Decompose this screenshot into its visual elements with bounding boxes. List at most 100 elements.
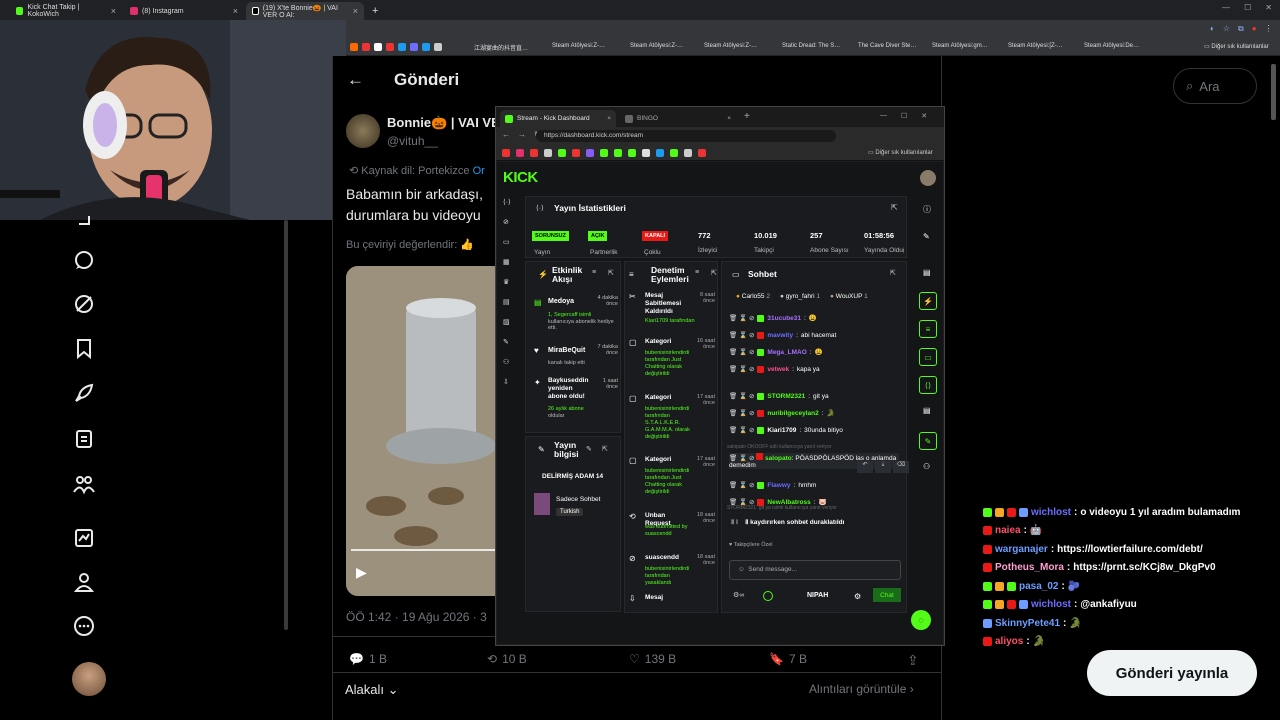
monitor-icon[interactable]: ▤: [923, 406, 931, 415]
communities-icon[interactable]: [72, 472, 96, 496]
filter-icon[interactable]: ≡: [592, 269, 596, 276]
chat-message[interactable]: 🗑 ⌛ ⊘ nuribilgeceylan2: 🐊: [729, 409, 835, 417]
chat-message[interactable]: 🗑 ⌛ ⊘ Kiari1709: 30unda bitiyo: [729, 426, 843, 434]
edit-icon[interactable]: ✎: [586, 445, 592, 453]
messages-icon[interactable]: [72, 248, 96, 272]
grok-icon[interactable]: [72, 292, 96, 316]
quick-action-bolt[interactable]: ⚡: [919, 292, 937, 310]
quick-action-wrench[interactable]: ✎: [919, 432, 937, 450]
back-arrow-icon[interactable]: ←: [347, 70, 364, 90]
mod-tools[interactable]: 🗑 ⌛ ⊘: [729, 331, 754, 339]
message-actions[interactable]: ↶ ⇣ ⌫: [857, 461, 909, 473]
bookmark-item[interactable]: 江湖宴曲的抖音直…: [474, 43, 528, 52]
reply-button[interactable]: 💬 1 B: [349, 652, 387, 666]
account-avatar[interactable]: [72, 662, 106, 696]
author-name[interactable]: Bonnie🎃 | VAI VE: [387, 115, 500, 131]
mod-tools[interactable]: 🗑 ⌛ ⊘: [729, 365, 754, 373]
popout-icon[interactable]: ⇱: [602, 445, 608, 453]
post-button[interactable]: Gönderi yayınla: [1087, 650, 1257, 696]
lists-icon[interactable]: [72, 427, 96, 451]
chat-username[interactable]: mavwity: [767, 332, 793, 339]
activity-user[interactable]: Baykuseddin yeniden abone oldu!: [548, 377, 592, 401]
tab-kick-dashboard[interactable]: Stream - Kick Dashboard ×: [500, 110, 616, 127]
tab-kick-chat-takip[interactable]: Kick Chat Takip | KokoWich ×: [10, 2, 122, 20]
chat-send-button[interactable]: Chat: [873, 588, 901, 602]
like-button[interactable]: ♡ 139 B: [629, 652, 676, 666]
chat-username[interactable]: Kiari1709: [767, 427, 796, 434]
close-icon[interactable]: ×: [353, 6, 358, 16]
window-controls[interactable]: — ☐ ✕: [880, 112, 927, 120]
post-video[interactable]: ▶: [346, 266, 506, 596]
chat-username[interactable]: 31ucube31: [767, 315, 801, 322]
chat-message[interactable]: 🗑 ⌛ ⊘ Flawwy: hmhm: [729, 481, 816, 489]
chat-message[interactable]: 🗑 ⌛ ⊘ Mega_LMAO: 😩: [729, 348, 823, 356]
chat-username[interactable]: vetwek: [767, 366, 789, 373]
mod-tools[interactable]: 🗑 ⌛ ⊘: [729, 481, 754, 489]
new-tab-button[interactable]: +: [744, 111, 750, 122]
chat-username[interactable]: STORM2321: [767, 393, 805, 400]
tab-bingo[interactable]: BINGO ×: [620, 110, 736, 127]
mod-tools[interactable]: 🗑 ⌛ ⊘: [729, 392, 754, 400]
view-quotes-link[interactable]: Alıntıları görüntüle ›: [809, 682, 914, 696]
user-avatar[interactable]: [920, 170, 936, 186]
author-handle[interactable]: @vituh__: [387, 134, 438, 148]
bookmark-folder[interactable]: ▭ Diğer sık kullanılanlar: [1204, 43, 1269, 50]
mod-tools[interactable]: 🗑 ⌛ ⊘: [729, 409, 754, 417]
more-icon[interactable]: [72, 614, 96, 638]
profile-icon[interactable]: [72, 570, 96, 594]
chat-message[interactable]: 🗑 ⌛ ⊘ STORM2321: git ya: [729, 392, 829, 400]
chat-username[interactable]: salopato: [765, 455, 792, 462]
chat-message[interactable]: 🗑 ⌛ ⊘ vetwek: kapa ya: [729, 365, 820, 373]
kick-logo[interactable]: KICK: [503, 169, 538, 186]
gear-icon[interactable]: ⚙: [854, 592, 861, 601]
bookmark-item[interactable]: Steam Atölyesi:De…: [1084, 43, 1139, 49]
users-icon[interactable]: ⚇: [923, 462, 930, 471]
author-avatar[interactable]: [346, 114, 380, 148]
quick-action-chat[interactable]: ▭: [919, 348, 937, 366]
url-input[interactable]: https://dashboard.kick.com/stream: [536, 130, 836, 142]
repost-button[interactable]: ⟲ 10 B: [487, 652, 527, 666]
activity-user[interactable]: MiraBeQuit: [548, 347, 585, 354]
premium-icon[interactable]: [72, 526, 96, 550]
chat-message[interactable]: 🗑 ⌛ ⊘ 31ucube31: 😩: [729, 314, 817, 322]
bookmark-item[interactable]: Steam Atölyesi:[Z-…: [1008, 43, 1063, 49]
activity-user[interactable]: Medoya: [548, 298, 574, 305]
chat-username[interactable]: Flawwy: [767, 482, 790, 489]
bookmark-item[interactable]: Static Dread: The S…: [782, 43, 840, 49]
info-icon[interactable]: ⓘ: [923, 204, 931, 215]
tab-instagram[interactable]: (8) Instagram ×: [124, 2, 244, 20]
popout-icon[interactable]: ⇱: [890, 269, 896, 277]
bookmark-item[interactable]: Steam Atölyesi:gm…: [932, 43, 988, 49]
mod-tools[interactable]: 🗑 ⌛ ⊘: [729, 426, 754, 434]
nipah-extension[interactable]: NIPAH: [807, 592, 828, 599]
quick-action-list[interactable]: ≡: [919, 320, 937, 338]
new-tab-button[interactable]: +: [366, 2, 384, 20]
filter-icon[interactable]: ≡: [695, 269, 699, 276]
scrollbar[interactable]: [1271, 64, 1276, 120]
play-icon[interactable]: ▶: [356, 564, 367, 581]
close-icon[interactable]: ×: [233, 6, 238, 16]
toolbar-icons[interactable]: ◐ ☆ ⧉ ● ⋮: [1210, 24, 1273, 34]
bookmark-item[interactable]: Steam Atölyesi:Z-…: [552, 43, 605, 49]
notifications-icon[interactable]: [72, 208, 96, 232]
chat-username[interactable]: Mega_LMAO: [767, 349, 806, 356]
chat-paused-notice[interactable]: Ⅱ Ⅰ Ⅱ kaydırırken sohbet duraklatıldı: [731, 518, 844, 526]
chat-username[interactable]: nuribilgeceylan2: [767, 410, 818, 417]
popout-icon[interactable]: ⇱: [711, 269, 717, 277]
edit-icon[interactable]: ✎: [923, 232, 930, 241]
tab-x-post[interactable]: (19) X'te Bonnie🎃 | VAI VER O AI: ×: [246, 2, 364, 20]
bookmark-button[interactable]: 🔖 7 B: [769, 652, 807, 666]
mod-tools[interactable]: 🗑 ⌛ ⊘: [729, 348, 754, 356]
bookmark-favicons[interactable]: [350, 43, 442, 51]
emote-picker-icon[interactable]: [763, 591, 773, 601]
thumbs-up-icon[interactable]: 👍: [460, 239, 474, 251]
scrollbar[interactable]: [284, 220, 288, 630]
show-original-link[interactable]: Or: [473, 165, 485, 177]
bookmark-favicons[interactable]: [502, 149, 706, 157]
bookmarks-icon[interactable]: [72, 336, 96, 360]
window-controls[interactable]: — ☐ ✕: [1222, 3, 1272, 12]
share-icon[interactable]: ⇪: [907, 652, 919, 669]
settings-cog-icon[interactable]: ⚙∞: [733, 591, 744, 599]
close-icon[interactable]: ×: [111, 6, 116, 16]
bookmark-item[interactable]: The Cave Diver Ste…: [858, 43, 916, 49]
